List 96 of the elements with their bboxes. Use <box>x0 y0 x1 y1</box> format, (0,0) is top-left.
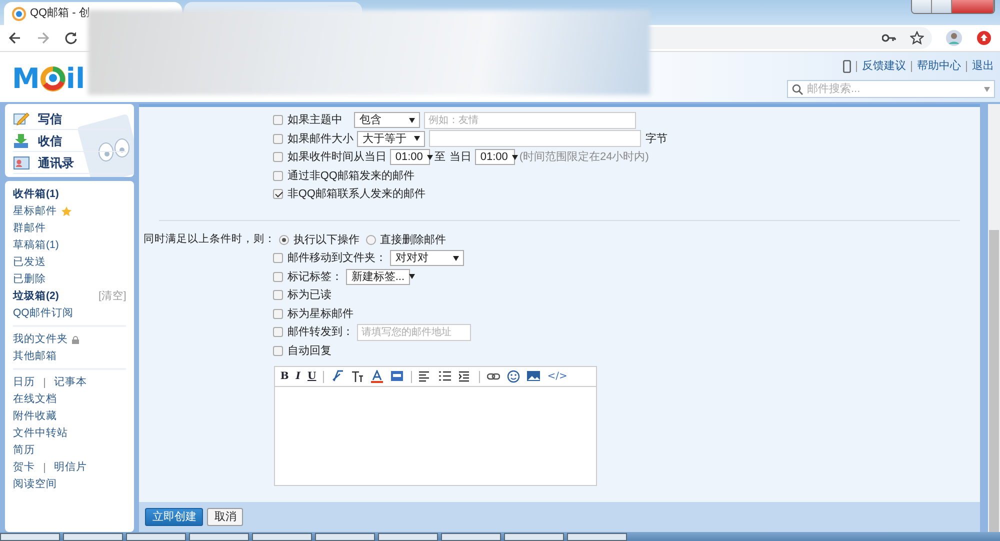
extension-icon[interactable] <box>976 30 992 46</box>
folder-link[interactable]: 简历 <box>13 442 35 458</box>
logo-text: M <box>12 62 40 95</box>
folder-link[interactable]: 已删除 <box>13 272 46 288</box>
sidebar-action[interactable]: 写信 <box>13 108 126 130</box>
toolbar-button[interactable]: U <box>307 369 316 384</box>
checkbox[interactable] <box>273 253 284 264</box>
folder-link[interactable]: 其他邮箱 <box>13 348 57 364</box>
avatar-icon[interactable] <box>946 30 962 46</box>
dropdown[interactable]: 包含 <box>354 112 420 128</box>
folder-link[interactable]: 附件收藏 <box>13 408 57 424</box>
clear-format-icon[interactable] <box>331 370 344 383</box>
folder-link[interactable]: 星标邮件 <box>13 204 57 220</box>
dropdown[interactable]: 对对对 <box>390 250 464 266</box>
folder-link[interactable]: 草稿箱(1) <box>13 238 59 254</box>
highlight-icon[interactable] <box>391 370 404 383</box>
checkbox[interactable] <box>273 308 284 319</box>
header-link[interactable]: 反馈建议 <box>862 58 906 74</box>
folder-link[interactable]: 文件中转站 <box>13 426 68 442</box>
toolbar-button[interactable]: B <box>280 369 289 384</box>
back-icon[interactable] <box>8 31 22 45</box>
option-label: 如果主题中 <box>287 112 342 128</box>
logo-text: il <box>66 62 86 95</box>
option-label: 非QQ邮箱联系人发来的邮件 <box>287 186 426 202</box>
phone-icon[interactable] <box>843 60 851 73</box>
option-label: 直接删除邮件 <box>380 232 446 248</box>
checkbox[interactable] <box>273 134 284 144</box>
folder-link[interactable]: 记事本 <box>54 374 87 390</box>
option-label: 邮件移动到文件夹： <box>287 250 386 266</box>
option-label: 如果收件时间从当日 <box>287 150 386 165</box>
checkbox[interactable] <box>273 152 284 162</box>
text-field[interactable] <box>429 130 642 148</box>
image-icon[interactable] <box>527 370 540 383</box>
search-box[interactable]: 邮件搜索... <box>787 80 995 98</box>
text-field[interactable]: 例如：友情 <box>424 112 636 129</box>
reload-icon[interactable] <box>64 31 78 45</box>
dropdown[interactable]: 01:00 <box>475 149 516 166</box>
folder-link[interactable]: 垃圾箱(2) <box>13 288 59 304</box>
key-icon[interactable] <box>882 33 896 43</box>
scrollbar[interactable] <box>988 104 1000 532</box>
radio-button[interactable] <box>366 234 376 245</box>
folder-link[interactable]: 阅读空间 <box>13 476 57 492</box>
option-label: 邮件转发到： <box>287 325 354 340</box>
rich-text-editor[interactable]: B I U </> <box>274 366 598 486</box>
hint-text: (时间范围限定在24小时内) <box>519 150 649 165</box>
font-color-icon[interactable] <box>371 370 384 383</box>
folder-link[interactable]: 在线文档 <box>13 392 57 408</box>
sidebar-action[interactable]: 收信 <box>13 130 126 152</box>
window-controls[interactable] <box>911 0 995 14</box>
header-link[interactable]: 退出 <box>972 58 994 74</box>
checkbox[interactable] <box>273 272 284 282</box>
folder-link[interactable]: 我的文件夹 <box>13 332 68 348</box>
search-icon <box>792 84 803 94</box>
checkbox[interactable] <box>273 346 284 356</box>
font-size-icon[interactable] <box>351 370 364 383</box>
star-icon[interactable] <box>910 31 924 45</box>
option-label: 字节 <box>645 132 668 146</box>
list-icon[interactable] <box>439 370 452 383</box>
dropdown[interactable]: 大于等于 <box>357 130 426 147</box>
option-label: 自动回复 <box>287 344 332 358</box>
logo-icon <box>40 66 66 92</box>
option-label: 标为星标邮件 <box>287 306 354 322</box>
code-button[interactable]: </> <box>547 369 568 384</box>
section-label: 同时满足以上条件时，则： <box>143 232 276 247</box>
checkbox[interactable] <box>273 115 284 126</box>
folder-link[interactable]: QQ邮件订阅 <box>13 306 74 322</box>
checkbox[interactable] <box>273 327 284 338</box>
radio-button[interactable] <box>279 234 290 245</box>
checkbox[interactable] <box>273 170 284 181</box>
contact-card-icon <box>13 154 30 170</box>
text-field[interactable]: 请填写您的邮件地址 <box>357 324 472 341</box>
folder-link[interactable]: 已发送 <box>13 254 46 270</box>
option-label: 标记标签： <box>287 270 342 284</box>
site-icon <box>12 6 26 20</box>
emoji-icon[interactable] <box>507 370 520 383</box>
download-icon <box>13 132 30 148</box>
option-label: 标为已读 <box>287 288 332 303</box>
folder-link[interactable]: 日历 <box>13 374 35 390</box>
checkbox[interactable] <box>273 290 284 300</box>
dropdown[interactable]: 01:00 <box>390 149 430 166</box>
toolbar-button[interactable]: I <box>296 369 300 384</box>
sidebar-action[interactable]: 通讯录 <box>13 152 126 174</box>
checkbox[interactable] <box>273 189 284 200</box>
option-label: 当日 <box>449 150 472 165</box>
cancel-button[interactable]: 取消 <box>207 508 244 526</box>
pencil-icon <box>13 110 30 126</box>
option-label: 如果邮件大小 <box>287 132 354 146</box>
header-link[interactable]: 帮助中心 <box>917 58 961 74</box>
create-button[interactable]: 立即创建 <box>145 508 204 526</box>
option-label: 执行以下操作 <box>293 232 360 248</box>
option-label: 至 <box>434 150 446 165</box>
folder-link[interactable]: 贺卡 <box>13 460 35 476</box>
option-label: 通过非QQ邮箱发来的邮件 <box>287 168 414 184</box>
folder-link[interactable]: 群邮件 <box>13 220 46 236</box>
folder-link[interactable]: 明信片 <box>54 460 87 476</box>
folder-link[interactable]: 收件箱(1) <box>13 186 59 202</box>
